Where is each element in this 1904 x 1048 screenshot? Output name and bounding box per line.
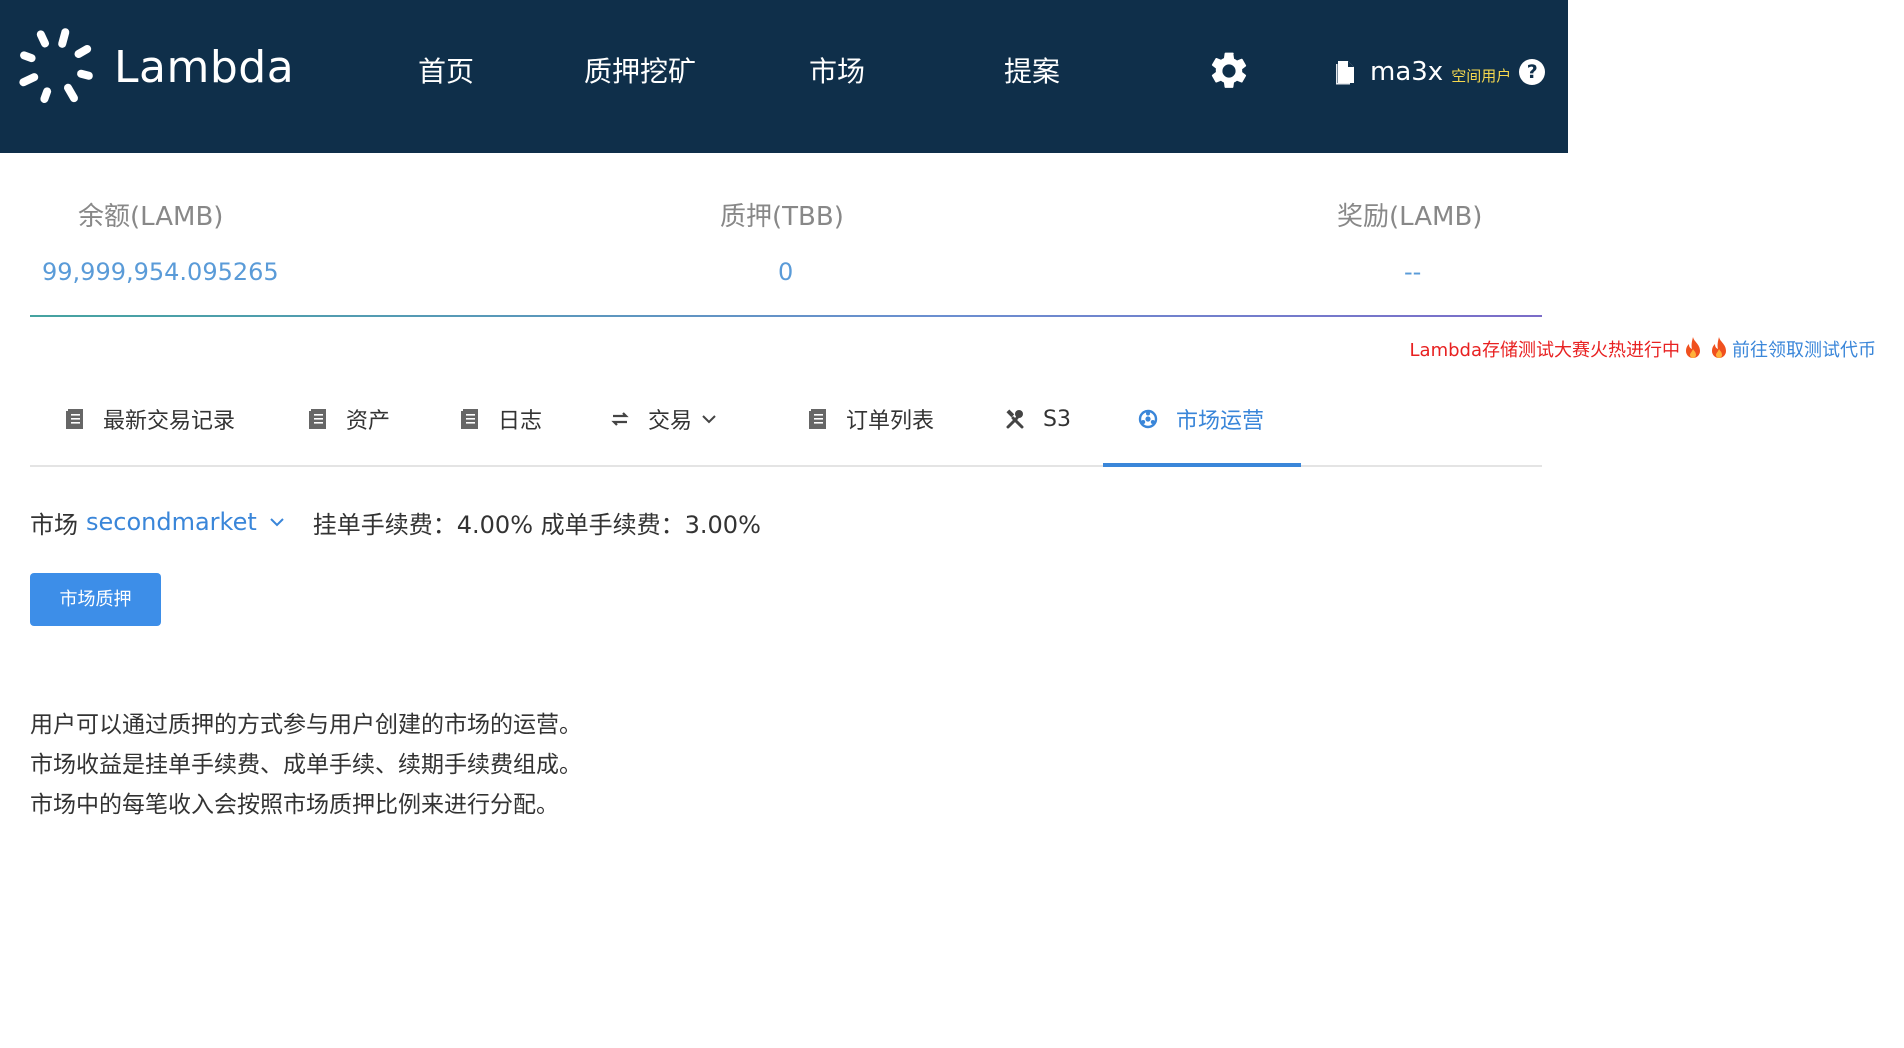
chevron-down-icon — [270, 518, 284, 527]
tab-assets[interactable]: 资产 — [308, 402, 390, 436]
exchange-icon — [611, 412, 629, 426]
reward-value: -- — [1404, 258, 1422, 286]
tools-icon — [1006, 409, 1024, 429]
nav-home[interactable]: 首页 — [418, 52, 474, 92]
gear-network-icon — [1138, 409, 1158, 429]
stake-value: 0 — [778, 258, 794, 286]
user-menu[interactable]: ma3x 空间用户 ? — [1336, 52, 1546, 92]
lambda-logo[interactable]: Lambda — [14, 24, 294, 110]
tab-label: 资产 — [346, 409, 391, 434]
market-fees: 挂单手续费：4.00% 成单手续费：3.00% — [312, 510, 761, 539]
promo-hot-text: Lambda存储测试大赛火热进行中 — [1409, 340, 1680, 361]
file-icon — [1336, 61, 1354, 85]
description-line: 市场收益是挂单手续费、成单手续、续期手续费组成。 — [30, 752, 582, 778]
user-name[interactable]: ma3x — [1370, 57, 1443, 87]
stake-label: 质押(TBB) — [720, 202, 844, 232]
top-navbar: Lambda 首页 质押挖矿 市场 提案 ma3x 空间用户 ? — [0, 0, 1568, 153]
nav-market[interactable]: 市场 — [809, 52, 865, 92]
description-line: 用户可以通过质押的方式参与用户创建的市场的运营。 — [30, 712, 582, 738]
get-test-tokens-link[interactable]: 前往领取测试代币 — [1732, 336, 1876, 362]
market-select[interactable]: secondmarket — [86, 508, 285, 536]
tab-logs[interactable]: 日志 — [460, 402, 542, 436]
gear-icon[interactable] — [1207, 49, 1251, 93]
tab-label: S3 — [1043, 406, 1071, 432]
document-icon — [461, 409, 478, 429]
tab-market-operation[interactable]: 市场运营 — [1138, 402, 1264, 436]
balance-value: 99,999,954.095265 — [42, 258, 279, 286]
tab-label: 交易 — [648, 409, 693, 434]
reward-label: 奖励(LAMB) — [1337, 202, 1483, 232]
tab-label: 日志 — [498, 409, 543, 434]
tab-trade[interactable]: 交易 — [610, 402, 716, 436]
nav-staking-mining[interactable]: 质押挖矿 — [584, 52, 696, 92]
market-selector-row: 市场 secondmarket 挂单手续费：4.00% 成单手续费：3.00% — [30, 505, 761, 539]
document-icon — [66, 409, 83, 429]
market-selected-value: secondmarket — [86, 508, 257, 536]
document-icon — [309, 409, 326, 429]
document-icon — [809, 409, 826, 429]
chevron-down-icon — [702, 415, 716, 424]
tab-label: 最新交易记录 — [103, 409, 236, 434]
help-icon[interactable]: ? — [1519, 59, 1546, 85]
tab-label: 市场运营 — [1176, 409, 1265, 434]
description-line: 市场中的每笔收入会按照市场质押比例来进行分配。 — [30, 792, 559, 818]
tab-bar: 最新交易记录 资产 日志 交易 订单列表 S3 市场运营 — [30, 370, 1542, 467]
fire-icon — [1712, 337, 1726, 358]
tab-latest-transactions[interactable]: 最新交易记录 — [65, 402, 235, 436]
stats-divider — [30, 315, 1542, 317]
active-tab-indicator — [1103, 463, 1301, 467]
market-label: 市场 — [30, 510, 78, 539]
fire-icon — [1686, 337, 1700, 358]
balance-label: 余额(LAMB) — [78, 202, 224, 232]
tab-s3[interactable]: S3 — [1005, 402, 1071, 436]
lambda-logo-icon — [19, 28, 93, 103]
logo-text: Lambda — [114, 41, 295, 93]
nav-proposal[interactable]: 提案 — [1004, 52, 1060, 92]
market-stake-button[interactable]: 市场质押 — [30, 573, 161, 626]
tab-order-list[interactable]: 订单列表 — [808, 402, 934, 436]
tab-label: 订单列表 — [846, 409, 935, 434]
promo-banner: Lambda存储测试大赛火热进行中 前往领取测试代币 — [1410, 336, 1876, 362]
market-description: 用户可以通过质押的方式参与用户创建的市场的运营。 市场收益是挂单手续费、成单手续… — [30, 705, 582, 825]
user-role: 空间用户 — [1451, 66, 1512, 85]
